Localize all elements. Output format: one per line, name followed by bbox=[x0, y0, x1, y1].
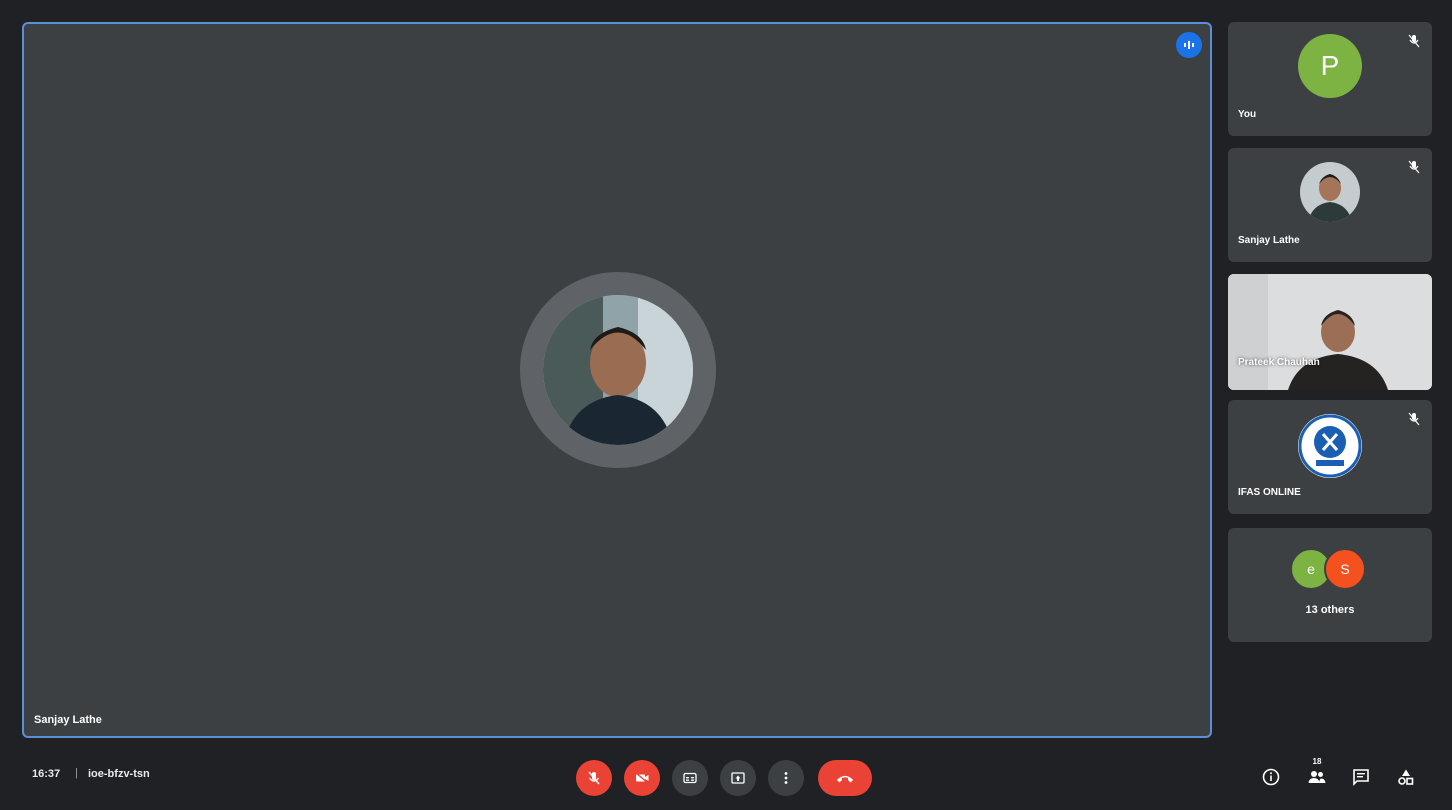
present-icon bbox=[731, 772, 745, 784]
mic-off-icon bbox=[1408, 34, 1420, 48]
others-tile[interactable]: e S 13 others bbox=[1228, 528, 1432, 642]
more-options-button[interactable] bbox=[768, 760, 804, 796]
leave-call-button[interactable] bbox=[818, 760, 872, 796]
participant-count-badge: 18 bbox=[1312, 757, 1322, 766]
chat-icon bbox=[1353, 769, 1369, 786]
avatar: S bbox=[1324, 548, 1366, 590]
avatar: P bbox=[1298, 34, 1362, 98]
meeting-time: 16:37 bbox=[32, 768, 61, 780]
speaker-avatar-ring bbox=[520, 272, 716, 468]
activities-icon bbox=[1398, 769, 1414, 785]
meeting-code: ioe-bfzv-tsn bbox=[88, 768, 150, 780]
info-icon bbox=[1262, 768, 1280, 786]
people-button[interactable]: 18 bbox=[1304, 754, 1330, 790]
divider: | bbox=[75, 767, 78, 779]
participant-name: Sanjay Lathe bbox=[1238, 235, 1300, 246]
others-avatar-group: e S bbox=[1290, 548, 1374, 590]
more-options-icon bbox=[784, 772, 788, 784]
main-speaker-name: Sanjay Lathe bbox=[34, 714, 102, 726]
meet-window: Sanjay Lathe P You Sanjay Lathe Prateek … bbox=[0, 0, 1452, 810]
camera-toggle-button[interactable] bbox=[624, 760, 660, 796]
present-button[interactable] bbox=[720, 760, 756, 796]
speaker-avatar bbox=[543, 295, 693, 445]
captions-icon bbox=[683, 772, 697, 784]
participant-name: IFAS ONLINE bbox=[1238, 487, 1301, 498]
end-call-icon bbox=[836, 775, 854, 783]
others-count-label: 13 others bbox=[1305, 604, 1355, 616]
mic-off-icon bbox=[588, 771, 600, 785]
people-icon bbox=[1308, 771, 1326, 783]
camera-off-icon bbox=[635, 772, 649, 784]
participant-tile-ifas[interactable]: IFAS ONLINE bbox=[1228, 400, 1432, 514]
captions-button[interactable] bbox=[672, 760, 708, 796]
main-speaker-tile[interactable]: Sanjay Lathe bbox=[22, 22, 1212, 738]
avatar bbox=[1300, 162, 1360, 222]
mic-off-icon bbox=[1408, 412, 1420, 426]
bottom-toolbar: 16:37 | ioe-bfzv-tsn 18 bbox=[0, 746, 1452, 810]
activities-button[interactable] bbox=[1393, 764, 1419, 790]
mic-off-icon bbox=[1408, 160, 1420, 174]
participant-tile-you[interactable]: P You bbox=[1228, 22, 1432, 136]
participant-name: Prateek Chauhan bbox=[1238, 357, 1320, 368]
participant-video bbox=[1228, 274, 1432, 390]
meeting-details-button[interactable] bbox=[1258, 764, 1284, 790]
audio-wave-icon bbox=[1176, 32, 1202, 58]
participant-tile-video[interactable]: Prateek Chauhan bbox=[1228, 274, 1432, 390]
chat-button[interactable] bbox=[1348, 764, 1374, 790]
mic-toggle-button[interactable] bbox=[576, 760, 612, 796]
logo-avatar bbox=[1298, 414, 1362, 478]
participant-tile-sanjay[interactable]: Sanjay Lathe bbox=[1228, 148, 1432, 262]
participant-name: You bbox=[1238, 109, 1257, 120]
